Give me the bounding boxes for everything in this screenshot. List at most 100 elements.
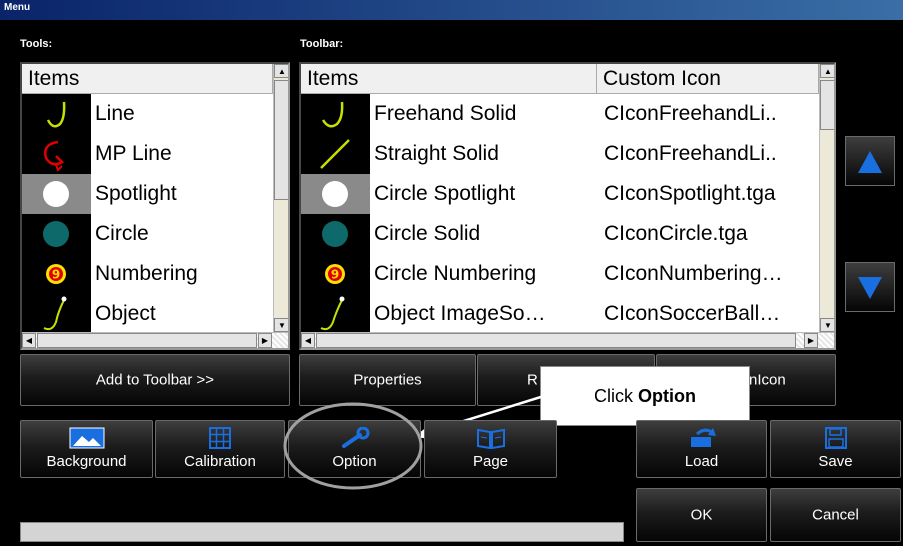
calibration-button[interactable]: Calibration [155, 420, 285, 478]
scroll-up-button[interactable]: ▲ [820, 64, 834, 78]
callout-prefix: Click [594, 386, 638, 406]
table-row[interactable]: 9 Circle Numbering CIconNumbering… [301, 254, 819, 294]
list-item[interactable]: 9 Numbering [22, 254, 273, 294]
move-up-button[interactable] [845, 136, 895, 186]
option-highlight-ring [283, 402, 423, 490]
scroll-right-button[interactable]: ▶ [804, 333, 818, 348]
toolbar-list[interactable]: Items Custom Icon Freehand Solid CIconFr… [299, 62, 836, 350]
circle-icon [22, 214, 91, 254]
custom-icon-label: nIcon [749, 371, 786, 389]
table-row[interactable]: Freehand Solid CIconFreehandLi.. [301, 94, 819, 134]
add-to-toolbar-label: Add to Toolbar >> [95, 371, 215, 389]
numbering-icon: 9 [22, 254, 91, 294]
freehand-line-icon [301, 94, 370, 134]
page-label: Page [472, 453, 509, 470]
list-item-label: Circle [95, 222, 149, 245]
toolbar-horizontal-scrollbar[interactable]: ◀ ▶ [301, 332, 834, 348]
scroll-thumb[interactable] [274, 80, 288, 200]
toolbar-item-custom-icon: CIconFreehandLi.. [604, 142, 777, 165]
scroll-left-button[interactable]: ◀ [22, 333, 36, 348]
table-row[interactable]: Straight Solid CIconFreehandLi.. [301, 134, 819, 174]
tools-vertical-scrollbar[interactable]: ▲ ▼ [273, 64, 288, 332]
ok-button[interactable]: OK [636, 488, 767, 542]
list-item[interactable]: Object [22, 294, 273, 334]
cancel-button[interactable]: Cancel [770, 488, 901, 542]
list-item[interactable]: MP Line [22, 134, 273, 174]
scroll-up-button[interactable]: ▲ [274, 64, 288, 78]
properties-label: Properties [353, 371, 422, 389]
grid-icon [209, 427, 231, 449]
spotlight-icon [301, 174, 370, 214]
move-down-button[interactable] [845, 262, 895, 312]
circle-icon [301, 214, 370, 254]
list-item[interactable]: Spotlight [22, 174, 273, 214]
cancel-label: Cancel [812, 506, 859, 524]
toolbar-item-name: Circle Numbering [374, 262, 537, 285]
ok-label: OK [690, 506, 713, 524]
numbering-icon: 9 [301, 254, 370, 294]
list-item-label: Line [95, 102, 135, 125]
toolbar-item-name: Circle Spotlight [374, 182, 516, 205]
scroll-down-button[interactable]: ▼ [274, 318, 288, 332]
list-item-label: Object [95, 302, 156, 325]
callout-emphasis: Option [638, 386, 696, 406]
toolbar-header-items[interactable]: Items [301, 64, 597, 94]
arrow-up-icon [858, 151, 882, 173]
svg-text:9: 9 [331, 268, 339, 282]
scroll-right-button[interactable]: ▶ [258, 333, 272, 348]
remove-label: R [527, 371, 538, 389]
toolbar-item-custom-icon: CIconSoccerBall… [604, 302, 781, 325]
toolbar-item-custom-icon: CIconCircle.tga [604, 222, 748, 245]
background-label: Background [46, 453, 127, 470]
list-item[interactable]: Line [22, 94, 273, 134]
scroll-thumb[interactable] [37, 333, 257, 348]
mp-line-icon [22, 134, 91, 174]
scroll-down-button[interactable]: ▼ [820, 318, 834, 332]
toolbar-item-name: Straight Solid [374, 142, 499, 165]
load-label: Load [684, 453, 719, 470]
table-row[interactable]: Circle Solid CIconCircle.tga [301, 214, 819, 254]
object-icon [22, 294, 91, 334]
toolbar-item-custom-icon: CIconSpotlight.tga [604, 182, 776, 205]
toolbar-item-name: Freehand Solid [374, 102, 517, 125]
tools-label: Tools: [20, 38, 53, 50]
arrow-down-icon [858, 277, 882, 299]
background-image-icon [69, 427, 104, 449]
tools-horizontal-scrollbar[interactable]: ◀ ▶ [22, 332, 288, 348]
straight-line-icon [301, 134, 370, 174]
toolbar-item-name: Circle Solid [374, 222, 481, 245]
scroll-left-button[interactable]: ◀ [301, 333, 315, 348]
window-title: Menu [4, 2, 31, 13]
background-button[interactable]: Background [20, 420, 153, 478]
load-button[interactable]: Load [636, 420, 767, 478]
scroll-thumb[interactable] [316, 333, 796, 348]
instruction-callout: Click Option [540, 366, 750, 426]
save-button[interactable]: Save [770, 420, 901, 478]
object-icon [301, 294, 370, 334]
toolbar-header-custom-icon[interactable]: Custom Icon [597, 64, 819, 94]
load-icon [690, 428, 716, 447]
add-to-toolbar-button[interactable]: Add to Toolbar >> [20, 354, 290, 406]
scroll-thumb[interactable] [820, 80, 834, 130]
book-icon [476, 428, 505, 449]
toolbar-vertical-scrollbar[interactable]: ▲ ▼ [819, 64, 834, 332]
toolbar-item-custom-icon: CIconFreehandLi.. [604, 102, 777, 125]
list-item-label: Spotlight [95, 182, 177, 205]
tools-list[interactable]: Items Line MP Line Spotlight Circle 9 Nu… [20, 62, 290, 350]
list-item[interactable]: Circle [22, 214, 273, 254]
save-label: Save [818, 453, 853, 470]
window-title-bar: Menu [0, 0, 903, 20]
list-item-label: MP Line [95, 142, 172, 165]
floppy-disk-icon [824, 427, 847, 449]
toolbar-item-custom-icon: CIconNumbering… [604, 262, 783, 285]
tools-header-items[interactable]: Items [22, 64, 273, 94]
page-button[interactable]: Page [424, 420, 557, 478]
table-row[interactable]: Object ImageSo… CIconSoccerBall… [301, 294, 819, 334]
freehand-line-icon [22, 94, 91, 134]
spotlight-icon [22, 174, 91, 214]
progress-bar [20, 522, 624, 542]
table-row[interactable]: Circle Spotlight CIconSpotlight.tga [301, 174, 819, 214]
toolbar-item-name: Object ImageSo… [374, 302, 546, 325]
svg-text:9: 9 [52, 268, 60, 282]
toolbar-label: Toolbar: [300, 38, 344, 50]
